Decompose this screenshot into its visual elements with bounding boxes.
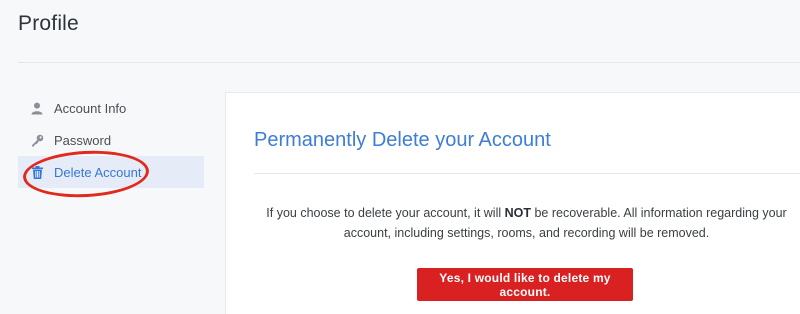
confirm-delete-account-button[interactable]: Yes, I would like to delete my account.: [417, 268, 633, 301]
user-icon: [30, 101, 44, 115]
sidebar-item-delete-account[interactable]: Delete Account: [18, 156, 204, 188]
sidebar-item-label: Account Info: [54, 100, 127, 116]
delete-account-panel: Permanently Delete your Account If you c…: [225, 92, 800, 314]
header-divider: [18, 62, 800, 63]
page-title: Profile: [18, 12, 79, 35]
warning-emphasis: NOT: [504, 206, 531, 220]
sidebar-item-label: Delete Account: [54, 164, 142, 180]
trash-icon: [30, 165, 44, 179]
key-icon: [30, 133, 44, 147]
sidebar-item-password[interactable]: Password: [18, 124, 204, 156]
sidebar-item-account-info[interactable]: Account Info: [18, 92, 204, 124]
delete-warning-text: If you choose to delete your account, it…: [244, 203, 800, 243]
sidebar-item-label: Password: [54, 132, 112, 148]
profile-sidebar: Account Info Password Delete Account: [18, 92, 204, 188]
warning-text-before: If you choose to delete your account, it…: [266, 206, 505, 220]
panel-title: Permanently Delete your Account: [254, 129, 551, 151]
panel-divider: [254, 173, 800, 174]
